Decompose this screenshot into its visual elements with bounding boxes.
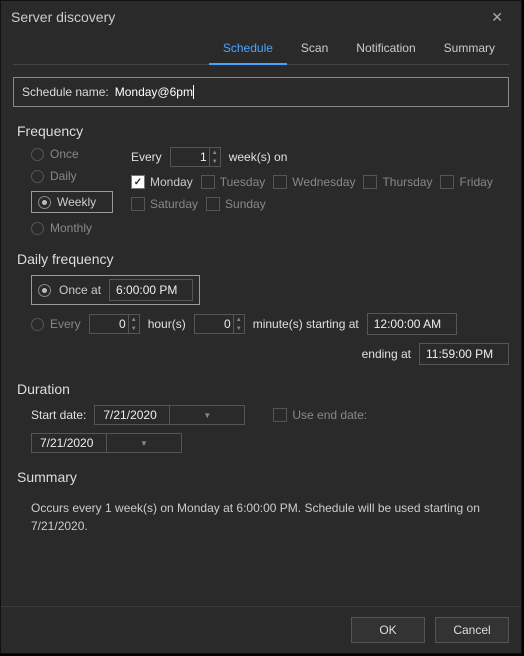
check-tuesday-label: Tuesday <box>220 175 266 189</box>
end-date-value: 7/21/2020 <box>32 436 106 450</box>
once-at-highlight: Once at 6:00:00 PM <box>31 275 200 305</box>
ok-button[interactable]: OK <box>351 617 425 643</box>
radio-once-at[interactable]: Once at 6:00:00 PM <box>38 279 193 301</box>
check-thursday-label: Thursday <box>382 175 432 189</box>
starting-time[interactable]: 12:00:00 AM <box>367 313 457 335</box>
check-wednesday-label: Wednesday <box>292 175 355 189</box>
every-weeks-field[interactable] <box>171 150 209 164</box>
hours-spinner[interactable]: ▲▼ <box>128 315 139 333</box>
radio-once[interactable]: Once <box>31 147 113 161</box>
every-interval-label: Every <box>50 317 81 331</box>
radio-monthly[interactable]: Monthly <box>31 221 113 235</box>
every-prefix: Every <box>131 150 162 164</box>
start-date-label: Start date: <box>31 408 86 422</box>
chevron-up-icon[interactable]: ▲ <box>234 315 244 324</box>
chevron-up-icon[interactable]: ▲ <box>129 315 139 324</box>
radio-every-interval[interactable]: Every <box>31 317 81 331</box>
tab-schedule[interactable]: Schedule <box>209 35 287 65</box>
check-friday-label: Friday <box>459 175 492 189</box>
minutes-input[interactable]: ▲▼ <box>194 314 245 334</box>
check-thursday[interactable]: Thursday <box>363 175 432 189</box>
frequency-radio-group: Once Daily Weekly Monthly <box>31 147 113 235</box>
duration-section: Start date: 7/21/2020 ▼ Use end date: 7/… <box>31 405 509 453</box>
every-weeks-input[interactable]: ▲▼ <box>170 147 221 167</box>
frequency-section: Once Daily Weekly Monthly Every ▲▼ week(… <box>13 147 509 235</box>
close-icon[interactable]: ✕ <box>483 5 511 30</box>
hours-input[interactable]: ▲▼ <box>89 314 140 334</box>
radio-weekly-label: Weekly <box>57 195 96 209</box>
radio-monthly-label: Monthly <box>50 221 92 235</box>
radio-daily[interactable]: Daily <box>31 169 113 183</box>
radio-once-label: Once <box>50 147 79 161</box>
tab-bar: Schedule Scan Notification Summary <box>13 35 509 65</box>
chevron-down-icon[interactable]: ▼ <box>129 324 139 333</box>
check-monday-label: Monday <box>150 175 193 189</box>
end-date-picker[interactable]: 7/21/2020 ▼ <box>31 433 182 453</box>
once-at-label: Once at <box>59 283 101 297</box>
schedule-name-value[interactable]: Monday@6pm <box>115 85 193 99</box>
tab-notification[interactable]: Notification <box>342 35 429 64</box>
start-date-picker[interactable]: 7/21/2020 ▼ <box>94 405 245 425</box>
every-suffix: week(s) on <box>229 150 288 164</box>
once-at-time[interactable]: 6:00:00 PM <box>109 279 193 301</box>
chevron-down-icon[interactable]: ▼ <box>210 157 220 166</box>
dialog-footer: OK Cancel <box>1 606 521 653</box>
dialog-window: Server discovery ✕ Schedule Scan Notific… <box>0 0 522 654</box>
ending-label: ending at <box>362 347 411 361</box>
ending-time[interactable]: 11:59:00 PM <box>419 343 509 365</box>
weekly-detail: Every ▲▼ week(s) on ✓Monday Tuesday Wedn… <box>131 147 509 211</box>
check-sunday[interactable]: Sunday <box>206 197 266 211</box>
hours-label: hour(s) <box>148 317 186 331</box>
check-friday[interactable]: Friday <box>440 175 492 189</box>
check-tuesday[interactable]: Tuesday <box>201 175 266 189</box>
minutes-spinner[interactable]: ▲▼ <box>233 315 244 333</box>
check-monday[interactable]: ✓Monday <box>131 175 193 189</box>
check-use-end-date[interactable]: Use end date: <box>273 408 367 422</box>
tab-summary[interactable]: Summary <box>430 35 509 64</box>
schedule-name-row: Schedule name: Monday@6pm <box>13 77 509 107</box>
minutes-field[interactable] <box>195 317 233 331</box>
titlebar: Server discovery ✕ <box>1 1 521 33</box>
daily-frequency-section: Once at 6:00:00 PM Every ▲▼ hour(s) ▲▼ m… <box>31 275 509 365</box>
frequency-title: Frequency <box>17 123 509 139</box>
check-saturday[interactable]: Saturday <box>131 197 198 211</box>
check-wednesday[interactable]: Wednesday <box>273 175 355 189</box>
radio-daily-label: Daily <box>50 169 77 183</box>
hours-field[interactable] <box>90 317 128 331</box>
chevron-up-icon[interactable]: ▲ <box>210 148 220 157</box>
daily-frequency-title: Daily frequency <box>17 251 509 267</box>
duration-title: Duration <box>17 381 509 397</box>
content-area: Schedule Scan Notification Summary Sched… <box>1 33 521 606</box>
chevron-down-icon[interactable]: ▼ <box>106 434 181 452</box>
tab-scan[interactable]: Scan <box>287 35 342 64</box>
schedule-name-label: Schedule name: <box>22 85 109 99</box>
check-sunday-label: Sunday <box>225 197 266 211</box>
check-saturday-label: Saturday <box>150 197 198 211</box>
minutes-label: minute(s) starting at <box>253 317 359 331</box>
radio-weekly-highlight: Weekly <box>31 191 113 213</box>
use-end-date-label: Use end date: <box>292 408 367 422</box>
radio-weekly[interactable]: Weekly <box>38 195 96 209</box>
chevron-down-icon[interactable]: ▼ <box>169 406 244 424</box>
window-title: Server discovery <box>11 9 115 25</box>
summary-text: Occurs every 1 week(s) on Monday at 6:00… <box>31 499 491 535</box>
chevron-down-icon[interactable]: ▼ <box>234 324 244 333</box>
every-weeks-spinner[interactable]: ▲▼ <box>209 148 220 166</box>
schedule-name-input[interactable] <box>194 84 500 100</box>
cancel-button[interactable]: Cancel <box>435 617 509 643</box>
summary-title: Summary <box>17 469 509 485</box>
start-date-value: 7/21/2020 <box>95 408 169 422</box>
